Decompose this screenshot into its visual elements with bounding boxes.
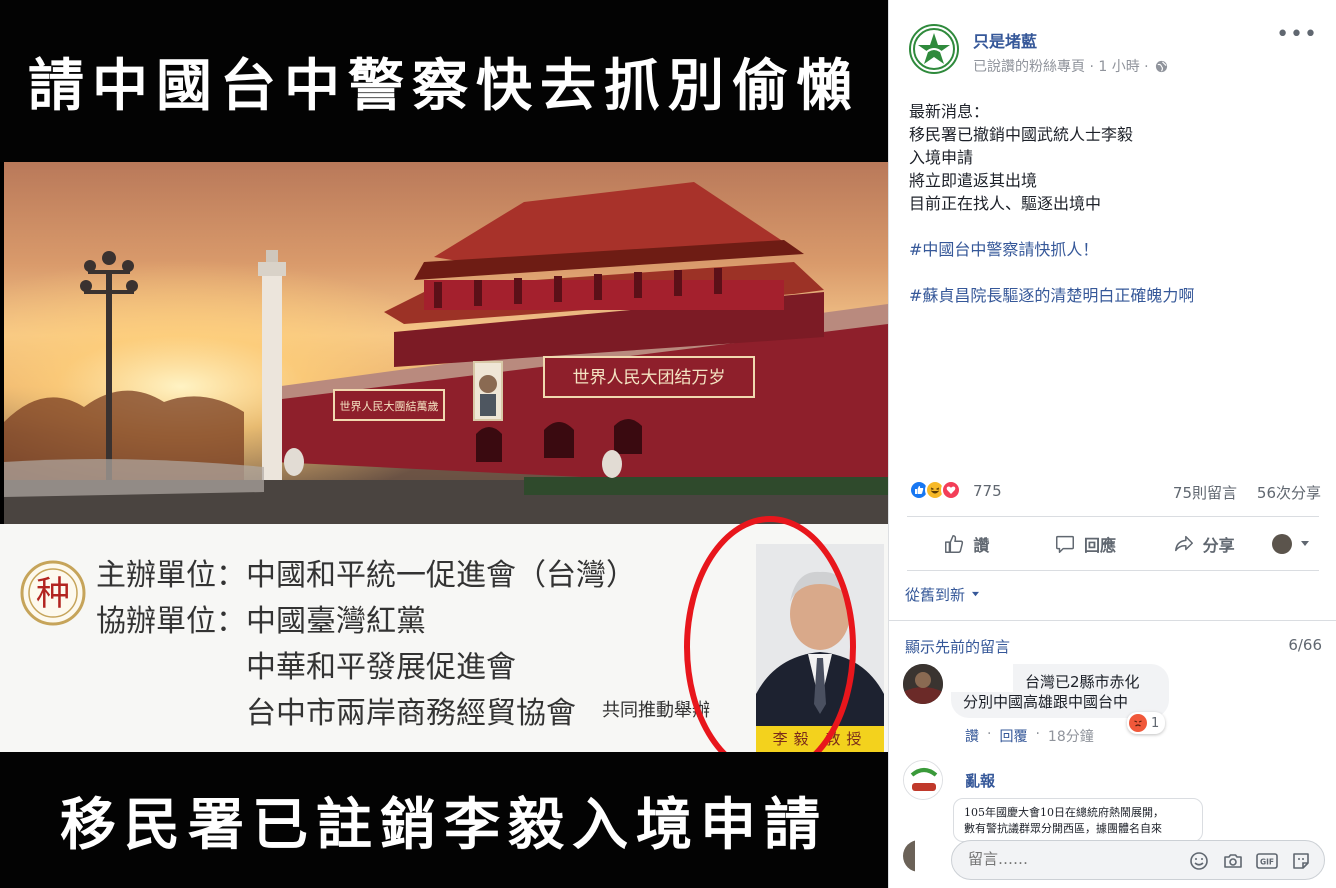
- flyer-host: 主辦單位：中國和平統一促進會（台灣）: [96, 558, 636, 593]
- redacted-area: [915, 834, 945, 880]
- tiananmen-illustration: 世界人民大團結萬歲 世界人民大团结万岁: [4, 162, 888, 524]
- post-image[interactable]: 請中國台中警察快去抓別偷懶 世界人民大團結萬歲 世界人民大团结万岁 种 主辦單位…: [0, 0, 888, 888]
- shares-count[interactable]: 56次分享: [1257, 482, 1321, 503]
- svg-text:GIF: GIF: [1260, 858, 1274, 867]
- commenter-name[interactable]: 亂報: [965, 770, 995, 791]
- emoji-icon[interactable]: [1188, 850, 1210, 872]
- image-bottom-band: 移民署已註銷李毅入境申請: [0, 752, 888, 888]
- banner-right-text: 世界人民大团结万岁: [573, 368, 726, 388]
- like-label: 讚: [973, 536, 990, 555]
- comment-like-link[interactable]: 讚: [965, 726, 979, 746]
- comment-text: 分別中國高雄跟中國台中: [963, 693, 1129, 711]
- comment-label: 回應: [1084, 536, 1117, 555]
- comment-timestamp[interactable]: 18分鐘: [1048, 726, 1094, 746]
- camera-icon[interactable]: [1222, 850, 1244, 872]
- post-line: 最新消息：: [909, 102, 990, 121]
- post-line: 將立即遣返其出境: [909, 171, 1038, 190]
- page-logo-icon: [913, 28, 955, 70]
- caret-down-icon: [972, 591, 980, 597]
- tiananmen-photo: 世界人民大團結萬歲 世界人民大团结万岁: [4, 162, 888, 524]
- comments-progress: 6/66: [1288, 636, 1322, 654]
- reaction-count[interactable]: 775: [973, 482, 1002, 500]
- flyer-cohost-3: 台中市兩岸商務經貿協會: [246, 696, 576, 731]
- share-label: 分享: [1202, 536, 1235, 555]
- caret-down-icon: [1301, 541, 1310, 546]
- hashtag-link[interactable]: #中國台中警察請快抓人！: [909, 238, 1319, 261]
- comment-button[interactable]: 回應: [1026, 532, 1145, 556]
- thumbs-up-icon: [945, 535, 964, 553]
- angry-count: 1: [1151, 715, 1160, 731]
- post-actions: 讚 回應 分享: [907, 520, 1319, 568]
- flyer-cohost: 協辦單位：中國臺灣紅黨: [96, 604, 426, 639]
- angry-reaction-icon: [1129, 714, 1147, 732]
- divider: [907, 516, 1319, 517]
- comment-sort-dropdown[interactable]: 從舊到新: [905, 584, 980, 605]
- post-meta-text[interactable]: 已說讚的粉絲專頁 · 1 小時 ·: [973, 56, 1149, 76]
- show-previous-comments-link[interactable]: 顯示先前的留言: [905, 636, 1010, 657]
- image-bottom-caption: 移民署已註銷李毅入境申請: [60, 791, 828, 858]
- seal-character: 种: [36, 574, 70, 614]
- comment-reaction[interactable]: 1: [1127, 712, 1166, 734]
- redacted-author-name: [947, 662, 1013, 692]
- organization-seal-icon: 种: [20, 560, 86, 626]
- reaction-icons[interactable]: [909, 480, 961, 500]
- commenter-avatar[interactable]: [903, 760, 943, 800]
- comment-link-preview[interactable]: 105年國慶大會10日在總統府熱鬧展開， 數有警抗議群眾分開西區，據團體名自來: [953, 798, 1203, 842]
- banner-left-text: 世界人民大團結萬歲: [340, 399, 439, 413]
- commenter-avatar[interactable]: [903, 664, 943, 704]
- image-top-band: 請中國台中警察快去抓別偷懶: [0, 0, 888, 162]
- comment-reply-link[interactable]: 回覆: [999, 726, 1027, 746]
- comments-count[interactable]: 75則留言: [1173, 482, 1237, 503]
- post-line: 移民署已撤銷中國武統人士李毅: [909, 125, 1134, 144]
- globe-icon: [1155, 60, 1167, 72]
- post-meta: 已說讚的粉絲專頁 · 1 小時 ·: [973, 56, 1168, 76]
- post-line: 目前正在找人、驅逐出境中: [909, 194, 1102, 213]
- gif-icon[interactable]: GIF: [1256, 850, 1278, 872]
- sticker-icon[interactable]: [1290, 850, 1312, 872]
- page-avatar[interactable]: [909, 24, 959, 74]
- comment-icon: [1056, 535, 1074, 553]
- hashtag-link[interactable]: #蘇貞昌院長驅逐的清楚明白正確魄力啊: [909, 284, 1319, 307]
- link-preview-text: 105年國慶大會10日在總統府熱鬧展開，: [964, 806, 1164, 819]
- engagement-stats: 775 75則留言 56次分享: [909, 480, 1321, 504]
- post-panel: 只是堵藍 已說讚的粉絲專頁 · 1 小時 · ••• 最新消息： 移民署已撤銷中…: [888, 0, 1336, 888]
- more-options-button[interactable]: •••: [1276, 22, 1318, 47]
- sort-label: 從舊到新: [905, 586, 966, 604]
- post-line: 入境申請: [909, 148, 974, 167]
- flyer-cohost-2: 中華和平發展促進會: [246, 650, 516, 685]
- share-button[interactable]: 分享: [1144, 532, 1263, 556]
- page-name[interactable]: 只是堵藍: [973, 28, 1037, 52]
- divider: [889, 620, 1336, 621]
- comment-input-box[interactable]: GIF: [951, 840, 1325, 880]
- comment-input[interactable]: [968, 850, 1168, 868]
- link-preview-text: 數有警抗議群眾分開西區，據團體名自來: [964, 822, 1162, 835]
- image-top-caption: 請中國台中警察快去抓別偷懶: [28, 52, 860, 119]
- post-body: 最新消息： 移民署已撤銷中國武統人士李毅 入境申請 將立即遣返其出境 目前正在找…: [909, 100, 1319, 307]
- divider: [907, 570, 1319, 571]
- share-icon: [1174, 535, 1193, 552]
- user-avatar-small: [1272, 534, 1293, 554]
- comment-actions: 讚 · 回覆 · 18分鐘: [965, 726, 1094, 746]
- love-reaction-icon: [941, 480, 961, 500]
- like-button[interactable]: 讚: [907, 532, 1026, 556]
- highlight-circle: [684, 516, 856, 778]
- choose-identity-button[interactable]: [1263, 534, 1319, 554]
